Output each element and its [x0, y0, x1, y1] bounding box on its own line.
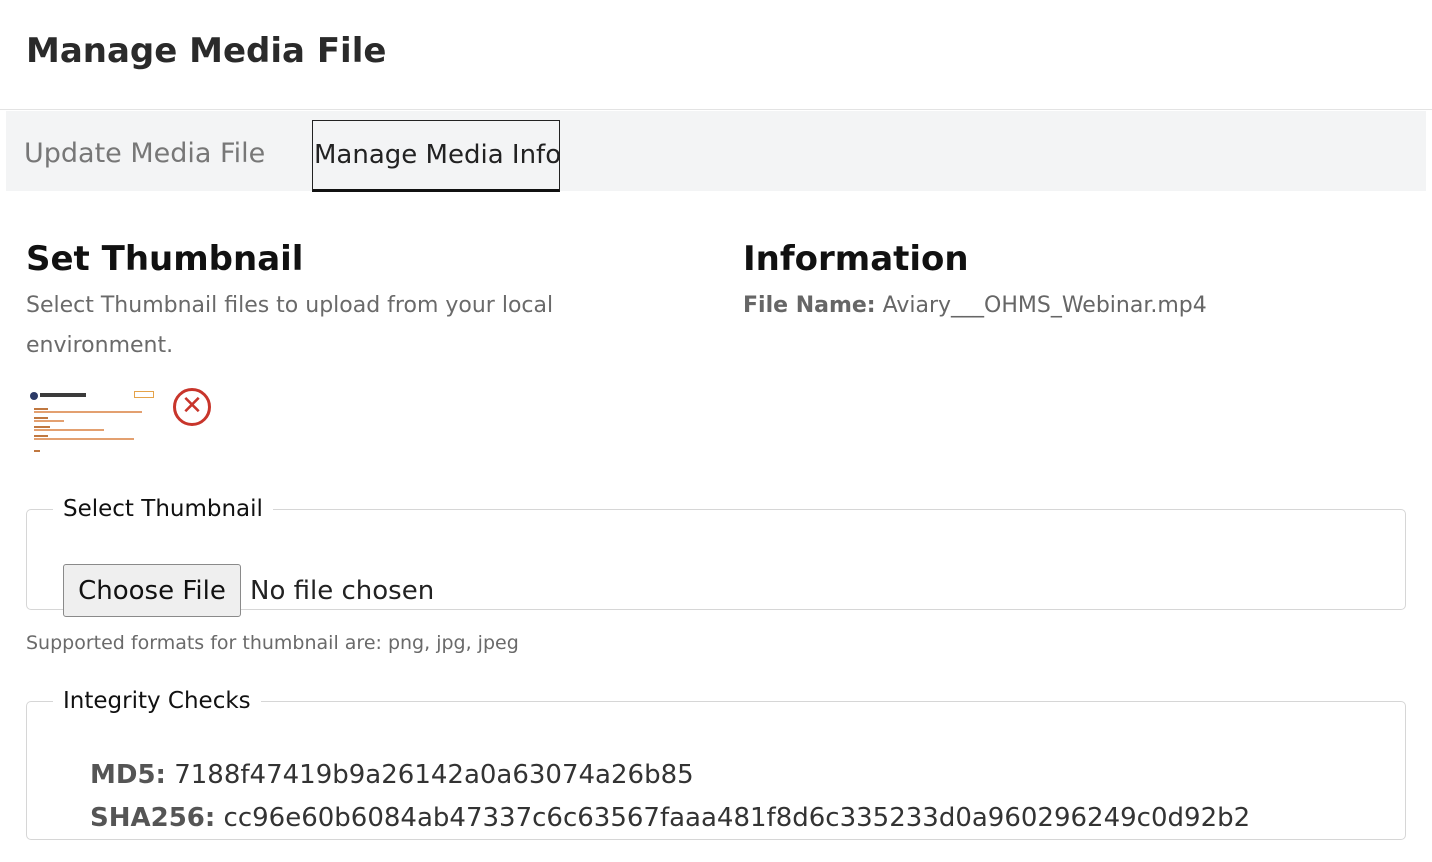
information-section: Information File Name: Aviary___OHMS_Web… [743, 236, 1403, 326]
integrity-checks-legend: Integrity Checks [63, 688, 251, 714]
thumbnail-text-line [34, 408, 48, 410]
md5-label: MD5: [90, 760, 166, 790]
set-thumbnail-heading: Set Thumbnail [26, 239, 304, 279]
thumbnail-text-line [34, 438, 134, 440]
file-status-text: No file chosen [250, 575, 435, 606]
supported-formats-note: Supported formats for thumbnail are: png… [26, 632, 519, 654]
thumbnail-logo [30, 392, 38, 400]
thumbnail-section: Set Thumbnail Select Thumbnail files to … [26, 236, 646, 366]
thumbnail-text-line [34, 417, 48, 419]
thumbnail-text-line [34, 426, 50, 428]
file-input[interactable]: Choose File No file chosen [63, 564, 434, 617]
sha256-label: SHA256: [90, 803, 216, 833]
file-name-label: File Name: [743, 293, 876, 318]
md5-line: MD5: 7188f47419b9a26142a0a63074a26b85 [90, 760, 694, 790]
sha256-value: cc96e60b6084ab47337c6c63567faaa481f8d6c3… [223, 803, 1251, 833]
remove-thumbnail-button[interactable]: ✕ [173, 388, 211, 426]
thumbnail-image [26, 386, 158, 462]
close-circle-icon: ✕ [181, 391, 203, 421]
thumbnail-help-text: Select Thumbnail files to upload from yo… [26, 293, 554, 358]
thumbnail-text-line [34, 411, 142, 413]
thumbnail-badge [134, 391, 154, 398]
thumbnail-text-line [34, 435, 48, 437]
thumbnail-title-bar [40, 393, 86, 397]
select-thumbnail-legend: Select Thumbnail [63, 496, 263, 522]
choose-file-button[interactable]: Choose File [63, 564, 241, 617]
select-thumbnail-fieldset: Select Thumbnail Choose File No file cho… [26, 496, 1406, 617]
sha256-line: SHA256: cc96e60b6084ab47337c6c63567faaa4… [90, 803, 1250, 833]
thumbnail-text-line [34, 429, 104, 431]
page-header: Manage Media File [0, 0, 1432, 110]
file-name-line: File Name: Aviary___OHMS_Webinar.mp4 [743, 286, 1403, 326]
tab-bar: Update Media File Manage Media Info [6, 111, 1426, 192]
tab-update-media-file[interactable]: Update Media File [24, 120, 265, 192]
thumbnail-text-line [34, 420, 64, 422]
information-heading: Information [743, 239, 969, 279]
file-name-value: Aviary___OHMS_Webinar.mp4 [882, 293, 1207, 318]
tab-manage-media-info[interactable]: Manage Media Info [312, 120, 561, 192]
integrity-checks-fieldset: Integrity Checks MD5: 7188f47419b9a26142… [26, 688, 1406, 840]
page-title: Manage Media File [26, 31, 387, 71]
md5-value: 7188f47419b9a26142a0a63074a26b85 [174, 760, 694, 790]
thumbnail-text-line [34, 450, 40, 452]
